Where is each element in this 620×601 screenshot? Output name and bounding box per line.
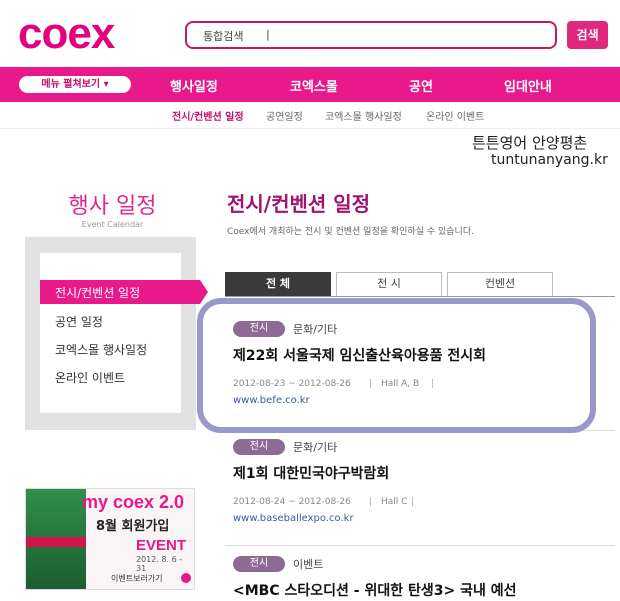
search-input[interactable]: 통합검색 |: [185, 21, 557, 49]
search-scope-label: 통합검색: [203, 30, 244, 43]
event-item[interactable]: 전시 이벤트 <MBC 스타오디션 - 위대한 탄생3> 국내 예선: [233, 556, 603, 601]
arrow-right-icon: [181, 573, 191, 583]
nav-item-coex-mall[interactable]: 코엑스몰: [290, 76, 338, 95]
menu-expand-button[interactable]: 메뉴 펼쳐보기 ▾: [19, 76, 131, 93]
highlight-ring: [197, 298, 596, 433]
tab-all[interactable]: 전 체: [225, 272, 331, 296]
sidebar-item-mall-events[interactable]: 코엑스몰 행사일정: [55, 341, 147, 358]
search-caret: |: [266, 28, 270, 41]
event-item[interactable]: 전시 문화/기타 제1회 대한민국야구박람회 2012-08-24 ~ 2012…: [233, 439, 593, 534]
tab-divider: [225, 296, 615, 297]
coex-logo[interactable]: coex: [18, 12, 115, 56]
sidebar-item-label: 전시/컨벤션 일정: [55, 286, 141, 300]
banner-dates: 2012. 8. 6 - 31: [136, 555, 183, 573]
search-button[interactable]: 검색: [567, 21, 608, 49]
event-divider: [225, 545, 615, 546]
banner-brand: my coex 2.0: [82, 492, 185, 512]
separator: |: [369, 497, 373, 507]
event-url[interactable]: www.baseballexpo.co.kr: [233, 513, 354, 524]
page-title: 전시/컨벤션 일정: [227, 192, 371, 216]
active-arrow-icon: [200, 280, 208, 304]
tab-exhibition[interactable]: 전 시: [336, 272, 442, 296]
watermark-text: 튼튼영어 안양평촌: [472, 134, 588, 152]
page-description: Coex에서 개최하는 전시 및 컨벤션 일정을 확인하실 수 있습니다.: [227, 227, 474, 237]
event-date: 2012-08-24 ~ 2012-08-26: [233, 497, 351, 507]
subnav-online-events[interactable]: 온라인 이벤트: [426, 108, 484, 123]
event-type-badge: 전시: [233, 556, 285, 572]
banner-headline: 8월 회원가입: [96, 519, 170, 534]
gift-ribbon-image: [26, 537, 86, 547]
nav-item-performance[interactable]: 공연: [409, 76, 433, 95]
main-nav: 메뉴 펼쳐보기 ▾ 행사일정 코엑스몰 공연 임대안내: [0, 67, 620, 102]
sidebar-subtitle: Event Calendar: [81, 220, 144, 229]
sidebar-menu: [40, 253, 181, 413]
event-title[interactable]: 제1회 대한민국야구박람회: [233, 463, 389, 483]
event-category: 문화/기타: [293, 441, 338, 454]
separator: |: [411, 497, 415, 507]
subnav-performance[interactable]: 공연일정: [266, 108, 303, 123]
sidebar-item-performance[interactable]: 공연 일정: [55, 313, 103, 330]
banner-event-label: EVENT: [136, 537, 187, 554]
event-type-badge: 전시: [233, 439, 285, 455]
subnav-mall-events[interactable]: 코엑스몰 행사일정: [325, 108, 402, 123]
event-category: 이벤트: [293, 558, 324, 571]
nav-item-events[interactable]: 행사일정: [170, 76, 218, 95]
sub-nav: 전시/컨벤션 일정 공연일정 코엑스몰 행사일정 온라인 이벤트: [0, 102, 620, 129]
watermark-url: tuntunanyang.kr: [491, 152, 608, 168]
banner-link[interactable]: 이벤트보러가기: [111, 573, 163, 584]
sidebar-title: 행사 일정: [68, 194, 157, 219]
member-event-banner[interactable]: my coex 2.0 8월 회원가입 EVENT 2012. 8. 6 - 3…: [25, 488, 195, 590]
subnav-exhibition[interactable]: 전시/컨벤션 일정: [172, 108, 244, 123]
tab-convention[interactable]: 컨벤션: [447, 272, 553, 296]
event-title[interactable]: <MBC 스타오디션 - 위대한 탄생3> 국내 예선: [233, 580, 516, 600]
sidebar-item-online-events[interactable]: 온라인 이벤트: [55, 369, 125, 386]
event-hall: Hall C: [381, 497, 408, 507]
nav-item-rental[interactable]: 임대안내: [504, 76, 552, 95]
